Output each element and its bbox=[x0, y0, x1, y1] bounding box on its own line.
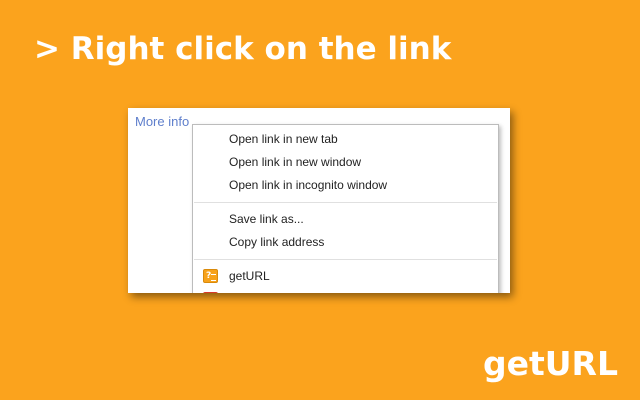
brand-logo-text: getURL bbox=[482, 344, 618, 383]
menu-item-label: Copy link address bbox=[229, 235, 325, 249]
geturl-extension-icon: ? bbox=[203, 269, 218, 283]
headline: > Right click on the link bbox=[34, 31, 452, 67]
menu-item-label: getURL bbox=[229, 269, 270, 283]
context-menu: Open link in new tab Open link in new wi… bbox=[192, 124, 499, 293]
menu-item-label: Save link as... bbox=[229, 212, 304, 226]
menu-divider bbox=[194, 202, 497, 203]
menu-item-label: Open link in incognito window bbox=[229, 178, 388, 192]
menu-item-extension-partial[interactable] bbox=[193, 288, 498, 293]
more-info-link[interactable]: More info bbox=[135, 114, 189, 130]
menu-item-open-new-tab[interactable]: Open link in new tab bbox=[193, 128, 498, 151]
menu-item-copy-link-address[interactable]: Copy link address bbox=[193, 231, 498, 254]
menu-divider bbox=[194, 259, 497, 260]
browser-page-screenshot: More info Open link in new tab Open link… bbox=[128, 108, 510, 293]
menu-item-label: Open link in new tab bbox=[229, 132, 338, 146]
menu-item-label: Open link in new window bbox=[229, 155, 362, 169]
menu-item-geturl[interactable]: ? getURL bbox=[193, 265, 498, 288]
menu-item-save-link-as[interactable]: Save link as... bbox=[193, 208, 498, 231]
extension-icon-red bbox=[203, 292, 218, 293]
menu-item-open-new-window[interactable]: Open link in new window bbox=[193, 151, 498, 174]
menu-item-open-incognito[interactable]: Open link in incognito window bbox=[193, 174, 498, 197]
